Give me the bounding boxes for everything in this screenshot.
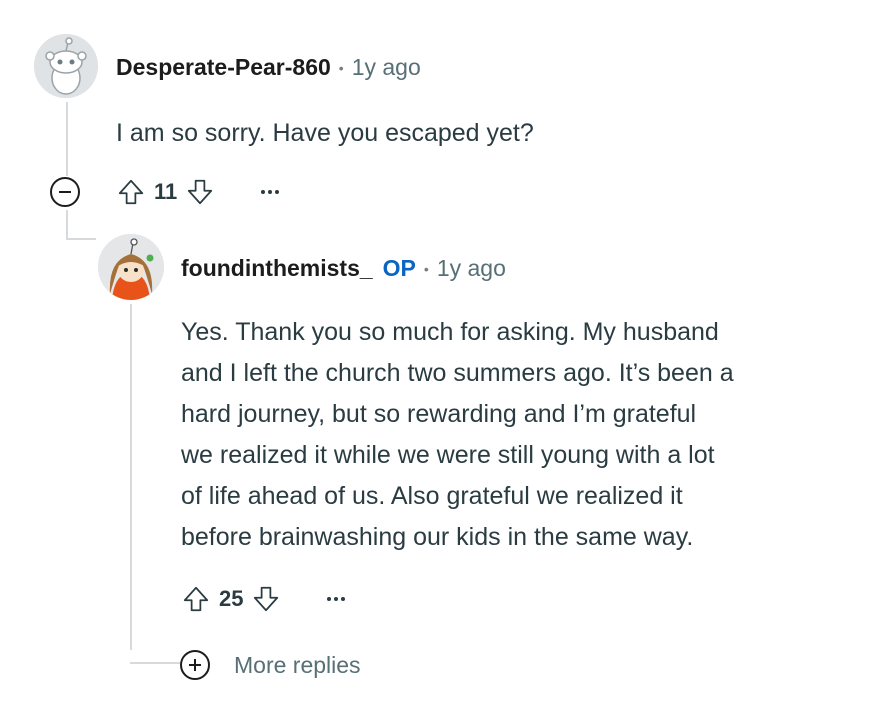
vote-score: 25 xyxy=(219,586,244,611)
minus-icon xyxy=(59,191,71,193)
comment-body-line: Yes. Thank you so much for asking. My hu… xyxy=(181,318,719,346)
comment-body-line: before brainwashing our kids in the same… xyxy=(181,523,694,551)
comment-meta: foundinthemists_ OP • 1y ago xyxy=(181,255,506,282)
thread-line-parent-lower xyxy=(66,210,68,240)
avatar[interactable] xyxy=(34,34,98,98)
op-badge: OP xyxy=(382,255,416,281)
comment-age[interactable]: 1y ago xyxy=(437,255,506,282)
comment-body-line: and I left the church two summers ago. I… xyxy=(181,359,734,387)
comment-body-line: hard journey, but so rewarding and I’m g… xyxy=(181,400,697,428)
more-options-button[interactable] xyxy=(259,190,280,194)
more-replies-label: More replies xyxy=(234,651,361,678)
vote-score: 11 xyxy=(154,179,178,204)
comment-body: Yes. Thank you so much for asking. My hu… xyxy=(181,312,734,558)
username[interactable]: Desperate-Pear-860 xyxy=(116,54,331,81)
thread-line-more-elbow xyxy=(130,662,180,664)
comment-body-line: we realized it while we were still young… xyxy=(181,441,715,469)
dot-icon xyxy=(260,190,265,194)
dot-icon xyxy=(326,597,331,601)
plus-icon xyxy=(180,650,210,680)
separator-dot: • xyxy=(423,260,429,277)
downvote-button[interactable] xyxy=(249,582,283,616)
comment-body: I am so sorry. Have you escaped yet? xyxy=(116,119,534,147)
comment-actions: 25 xyxy=(179,582,346,616)
upvote-arrow-icon xyxy=(183,586,209,612)
comment-body-line: of life ahead of us. Also grateful we re… xyxy=(181,482,683,510)
thread-line-parent xyxy=(66,102,68,176)
downvote-arrow-icon xyxy=(188,179,213,205)
downvote-arrow-icon xyxy=(254,586,279,612)
comment-actions: 11 xyxy=(114,175,280,209)
upvote-button[interactable] xyxy=(114,175,148,209)
more-options-button[interactable] xyxy=(325,597,346,601)
username[interactable]: foundinthemists_ xyxy=(181,255,373,282)
dot-icon xyxy=(333,597,338,601)
snoo-avatar-icon xyxy=(34,34,98,98)
avatar[interactable] xyxy=(98,234,164,300)
comment-meta: Desperate-Pear-860 • 1y ago xyxy=(116,54,421,81)
snoo-avatar-icon xyxy=(98,234,164,300)
comment-age[interactable]: 1y ago xyxy=(352,54,421,81)
dot-icon xyxy=(274,190,279,194)
dot-icon xyxy=(267,190,272,194)
collapse-thread-button[interactable] xyxy=(50,177,80,207)
more-replies-button[interactable]: More replies xyxy=(180,650,361,680)
thread-line-reply xyxy=(130,304,132,650)
comment-thread: Desperate-Pear-860 • 1y ago I am so sorr… xyxy=(0,0,880,706)
dot-icon xyxy=(340,597,345,601)
thread-line-elbow xyxy=(66,238,96,240)
upvote-arrow-icon xyxy=(118,179,144,205)
upvote-button[interactable] xyxy=(179,582,213,616)
separator-dot: • xyxy=(338,59,344,76)
downvote-button[interactable] xyxy=(183,175,217,209)
